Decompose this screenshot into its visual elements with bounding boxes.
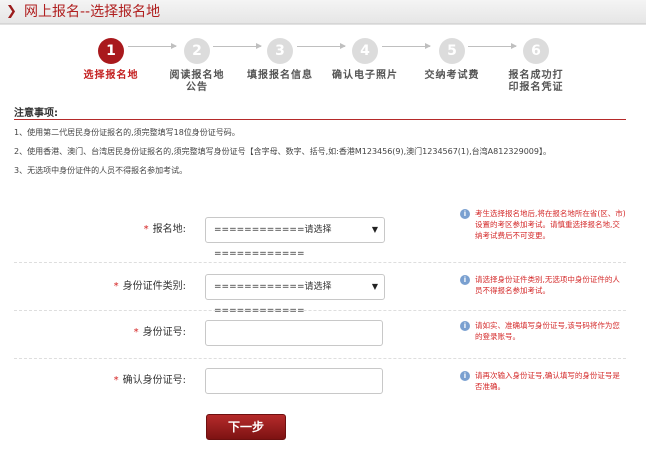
row-divider — [14, 310, 626, 311]
hint-text: 请再次输入身份证号,确认填写的身份证号是否准确。 — [475, 371, 620, 391]
header-divider — [0, 24, 646, 25]
step-number: 4 — [352, 38, 378, 64]
notice-item: 2、使用香港、澳门、台湾居民身份证报名的,须完整填写身份证号【含字母、数字、括号… — [14, 147, 551, 156]
id-type-label: * 身份证件类别: — [113, 281, 186, 292]
id-number-label: * 身份证号: — [133, 327, 186, 338]
step-number: 1 — [98, 38, 124, 64]
info-icon: i — [460, 275, 470, 285]
step-number: 5 — [439, 38, 465, 64]
page-header: ❯ 网上报名--选择报名地 — [0, 0, 646, 24]
step-label: 报名成功打印报名凭证 — [508, 70, 564, 93]
select-value: ============请选择============ — [214, 225, 332, 259]
id-number-input[interactable] — [205, 320, 383, 346]
step-number: 3 — [267, 38, 293, 64]
row-divider — [14, 262, 626, 263]
hint-text: 请如实、准确填写身份证号,该号码将作为您的登录账号。 — [475, 321, 620, 341]
info-icon: i — [460, 209, 470, 219]
notice-item: 3、无选项中身份证件的人员不得报名参加考试。 — [14, 166, 188, 175]
notice-title: 注意事项: — [14, 108, 58, 119]
required-mark: * — [133, 327, 139, 338]
step-number: 6 — [523, 38, 549, 64]
id-type-select[interactable]: ============请选择============ ▼ — [205, 274, 385, 316]
step-label: 阅读报名地公告 — [169, 70, 225, 93]
caret-down-icon: ▼ — [371, 282, 378, 291]
required-mark: * — [143, 224, 149, 235]
confirm-id-number-input[interactable] — [205, 368, 383, 394]
hint-text: 请选择身份证件类别,无选项中身份证件的人员不得报名参加考试。 — [475, 275, 620, 295]
registration-place-label: * 报名地: — [143, 224, 186, 235]
info-icon: i — [460, 321, 470, 331]
caret-down-icon: ▼ — [371, 225, 378, 234]
row-divider — [14, 358, 626, 359]
confirm-id-number-label: * 确认身份证号: — [113, 375, 186, 386]
notice-item: 1、使用第二代居民身份证报名的,须完整填写18位身份证号码。 — [14, 128, 240, 137]
step-number: 2 — [184, 38, 210, 64]
hint-text: 考生选择报名地后,将在报名地所在省(区、市)设置的考区参加考试。请慎重选择报名地… — [475, 209, 626, 240]
registration-place-select[interactable]: ============请选择============ ▼ — [205, 217, 385, 259]
required-mark: * — [113, 375, 119, 386]
required-mark: * — [113, 281, 119, 292]
next-step-button[interactable]: 下一步 — [206, 414, 286, 440]
chevron-right-icon: ❯ — [6, 4, 17, 19]
step-6: 6 报名成功打印报名凭证 — [481, 38, 591, 94]
info-icon: i — [460, 371, 470, 381]
notice-divider — [14, 119, 626, 120]
page-title: 网上报名--选择报名地 — [24, 4, 161, 20]
